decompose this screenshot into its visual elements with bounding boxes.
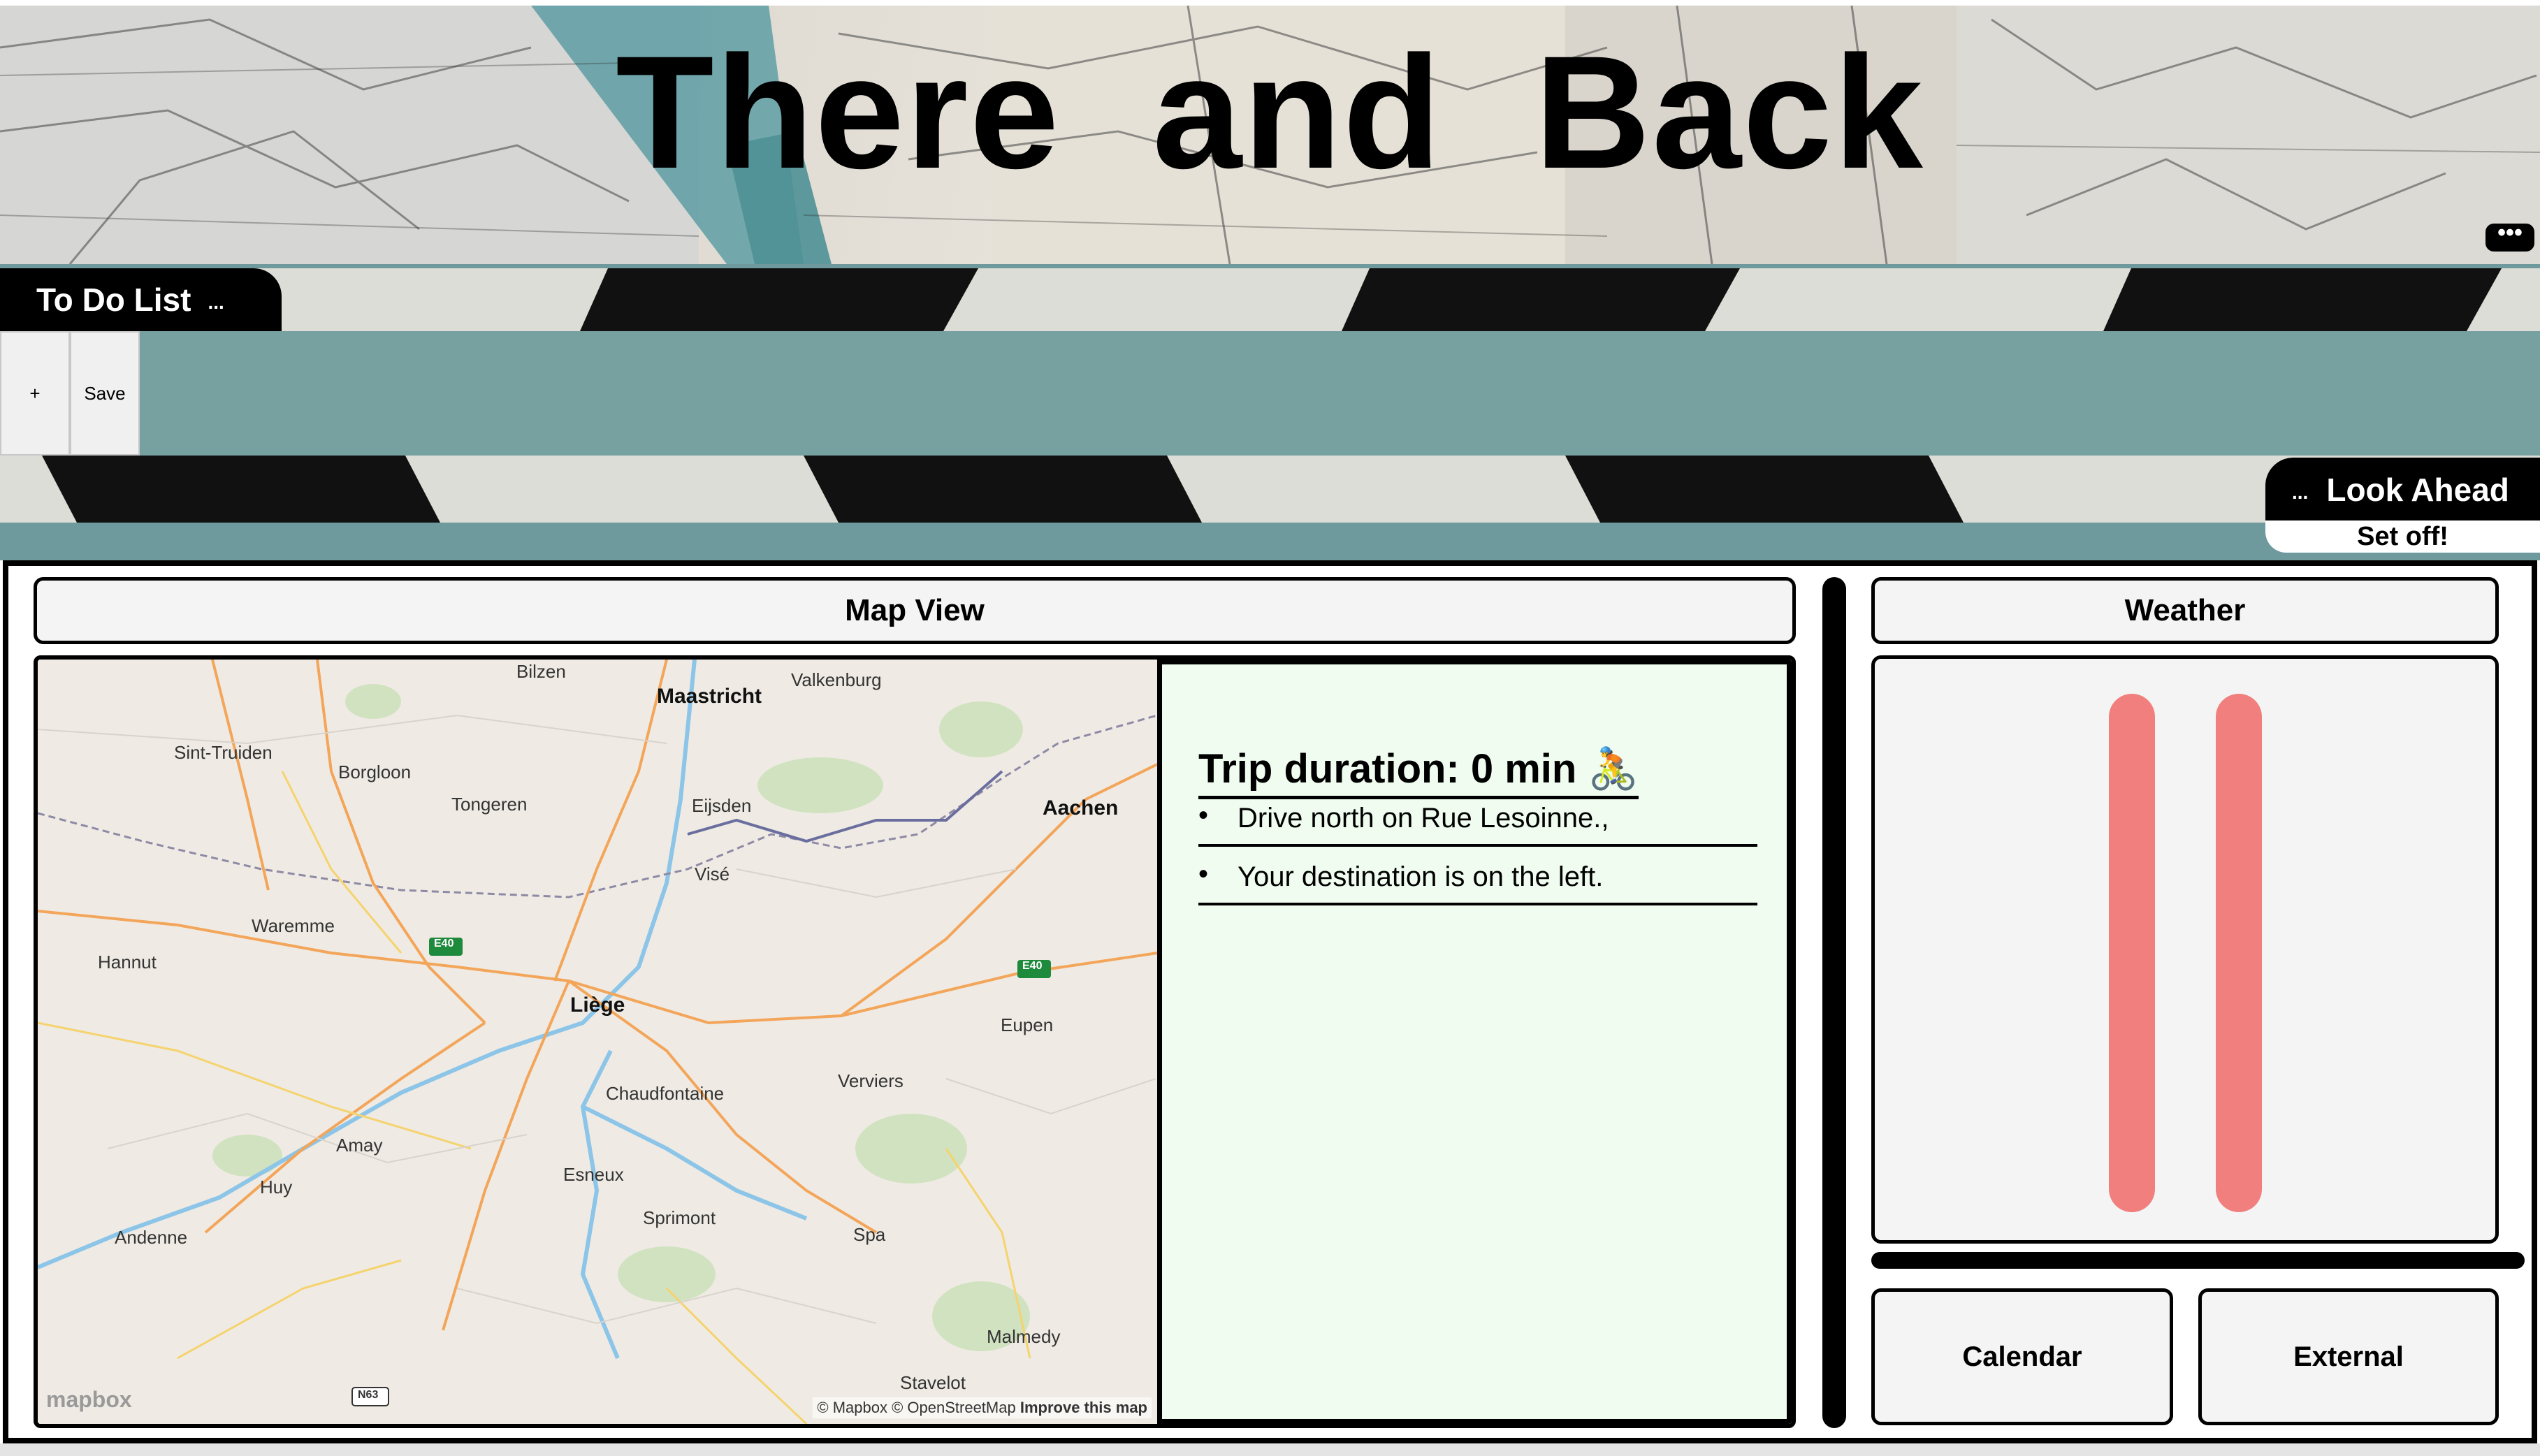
map-place-label: Malmedy — [987, 1326, 1061, 1347]
map-road-shield: N63 — [358, 1389, 379, 1401]
map-container: Bilzen Maastricht Valkenburg Sint-Truide… — [34, 655, 1796, 1428]
weather-bar — [2216, 694, 2262, 1212]
map-place-label: Esneux — [563, 1164, 624, 1185]
app-title: There and Back — [616, 22, 1924, 202]
tab-look-ahead[interactable]: ... Look Ahead — [2265, 458, 2540, 522]
map-place-label: Eupen — [1001, 1014, 1054, 1035]
map-place-label: Stavelot — [900, 1372, 966, 1393]
map-view-heading: Map View — [34, 577, 1796, 644]
map-road-shield: E40 — [1022, 960, 1043, 972]
vertical-divider — [1822, 577, 1846, 1428]
direction-step: Your destination is on the left. — [1198, 850, 1757, 905]
map-place-label: Eijsden — [692, 795, 752, 816]
map-place-label: Huy — [260, 1177, 293, 1197]
map-attribution: © Mapbox © OpenStreetMap Improve this ma… — [813, 1397, 1152, 1418]
map-place-label: Visé — [695, 864, 730, 884]
tab-todo-list[interactable]: To Do List... — [0, 268, 282, 331]
save-todo-button[interactable]: Save — [70, 331, 140, 456]
todo-panel: + Save — [0, 331, 2540, 456]
map-place-label: Verviers — [838, 1070, 903, 1091]
map-illustration — [38, 660, 1157, 1424]
map-place-label: Waremme — [252, 915, 335, 936]
directions-panel: Trip duration: 0 min 🚴 Drive north on Ru… — [1157, 660, 1792, 1424]
attribution-text[interactable]: © Mapbox © OpenStreetMap — [817, 1399, 1015, 1416]
header-banner: There and Back ••• — [0, 6, 2540, 264]
map-place-label: Hannut — [98, 952, 157, 973]
horizontal-divider — [1871, 1252, 2525, 1269]
weather-heading: Weather — [1871, 577, 2499, 644]
tab-look-ahead-more-icon[interactable]: ... — [2292, 481, 2308, 503]
header-more-button[interactable]: ••• — [2485, 221, 2534, 252]
map-place-label: Aachen — [1043, 796, 1119, 820]
weather-panel — [1871, 655, 2499, 1244]
map-place-label: Amay — [336, 1135, 383, 1156]
map-place-label: Chaudfontaine — [606, 1083, 725, 1104]
look-ahead-status: Set off! — [2265, 520, 2540, 553]
map-place-label: Sint-Truiden — [174, 742, 273, 763]
map-canvas[interactable]: Bilzen Maastricht Valkenburg Sint-Truide… — [38, 660, 1157, 1424]
mapbox-logo[interactable]: mapbox — [46, 1387, 132, 1413]
decorative-stripe-bottom — [0, 456, 2540, 523]
bottom-strip — [0, 1443, 2540, 1456]
map-place-label: Andenne — [115, 1227, 188, 1248]
map-place-label: Spa — [853, 1224, 886, 1245]
map-place-label: Liège — [570, 993, 625, 1017]
map-place-label: Maastricht — [657, 685, 762, 708]
tab-todo-more-icon[interactable]: ... — [208, 291, 224, 313]
add-todo-button[interactable]: + — [0, 331, 70, 456]
app-root: There and Back ••• To Do List... + Save … — [0, 0, 2540, 1456]
direction-step: Drive north on Rue Lesoinne., — [1198, 792, 1757, 847]
map-place-label: Borgloon — [338, 762, 412, 782]
map-place-label: Sprimont — [643, 1207, 716, 1228]
tab-todo-label: To Do List — [36, 282, 191, 318]
weather-bar — [2109, 694, 2155, 1212]
decorative-stripe-top — [0, 264, 2540, 331]
map-place-label: Bilzen — [516, 661, 566, 682]
calendar-button[interactable]: Calendar — [1871, 1288, 2173, 1425]
teal-divider — [0, 523, 2540, 560]
external-button[interactable]: External — [2198, 1288, 2499, 1425]
map-place-label: Valkenburg — [791, 669, 882, 690]
map-place-label: Tongeren — [451, 794, 528, 815]
improve-map-link[interactable]: Improve this map — [1020, 1399, 1147, 1416]
tab-look-ahead-label: Look Ahead — [2326, 472, 2509, 508]
map-road-shield: E40 — [434, 938, 454, 949]
